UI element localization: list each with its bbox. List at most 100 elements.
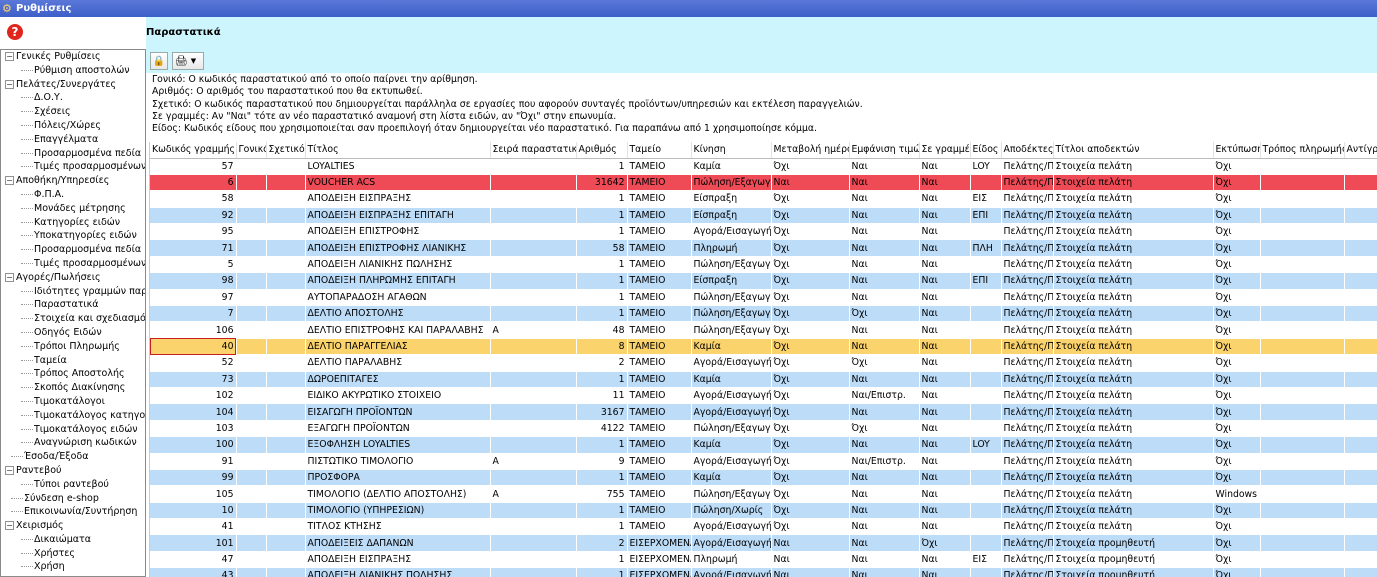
table-cell[interactable]: Είσπραξη <box>691 207 772 225</box>
collapse-icon[interactable]: − <box>5 272 14 282</box>
table-cell[interactable]: 101 <box>150 534 237 552</box>
table-cell[interactable]: Όχι <box>1213 207 1261 225</box>
column-header[interactable]: Μεταβολή ημέρας <box>771 142 850 159</box>
collapse-icon[interactable]: − <box>5 465 14 475</box>
table-cell[interactable]: Όχι <box>771 239 850 257</box>
tree-item[interactable]: Σχέσεις <box>1 105 145 119</box>
table-cell[interactable] <box>236 387 267 405</box>
table-cell[interactable]: Ναι <box>919 272 971 290</box>
tree-item[interactable]: Τιμές προσαρμοσμένων πεδίων <box>1 160 145 174</box>
table-cell[interactable]: 95 <box>150 223 237 241</box>
table-cell[interactable] <box>266 551 306 569</box>
table-cell[interactable] <box>266 469 306 487</box>
tree-item[interactable]: − Αποθήκη/Υπηρεσίες <box>1 174 145 188</box>
table-cell[interactable]: Πελάτης/Προμηθευτής <box>1001 338 1054 356</box>
table-cell[interactable]: Ναι <box>849 551 920 569</box>
table-cell[interactable]: ΤΑΜΕΙΟ <box>627 453 692 470</box>
table-cell[interactable]: VOUCHER ACS <box>305 174 491 192</box>
table-cell[interactable]: Ναι <box>919 502 971 520</box>
table-cell[interactable]: Ναι <box>919 420 971 438</box>
table-cell[interactable]: Α <box>490 485 577 503</box>
tree-item[interactable]: Φ.Π.Α. <box>1 188 145 202</box>
table-cell[interactable]: ΤΑΜΕΙΟ <box>627 436 692 454</box>
column-header[interactable]: Ταμείο <box>627 142 692 159</box>
table-cell[interactable]: Πώληση/Εξαγωγή με χρέωση <box>691 420 772 438</box>
table-row[interactable]: 52 ΔΕΛΤΙΟ ΠΑΡΑΛΑΒΗΣ 2 ΤΑΜΕΙΟ Αγορά/Εισαγωγή … <box>150 354 1377 372</box>
table-cell[interactable]: Πελάτης/Προμηθευτής <box>1001 174 1054 192</box>
table-cell[interactable] <box>1260 305 1345 323</box>
table-cell[interactable] <box>236 174 267 192</box>
tree-item[interactable]: Προσαρμοσμένα πεδία <box>1 147 145 161</box>
print-button[interactable]: 🖨 ▼ <box>172 52 204 70</box>
table-cell[interactable] <box>236 190 267 208</box>
table-cell[interactable] <box>266 239 306 257</box>
table-cell[interactable]: Ναι <box>919 305 971 323</box>
table-cell[interactable]: Ναι <box>919 256 971 274</box>
table-cell[interactable]: Στοιχεία πελάτη <box>1053 371 1214 388</box>
table-cell[interactable] <box>490 551 577 569</box>
table-cell[interactable]: Όχι <box>1213 354 1261 372</box>
table-cell[interactable]: 104 <box>150 403 237 421</box>
table-cell[interactable] <box>266 256 306 274</box>
table-cell[interactable]: 91 <box>150 453 237 470</box>
table-cell[interactable]: Ναι <box>919 174 971 192</box>
table-cell[interactable]: ΔΕΛΤΙΟ ΑΠΟΣΤΟΛΗΣ <box>305 305 491 323</box>
table-cell[interactable]: Ναι <box>849 174 920 192</box>
table-cell[interactable]: ΠΡΟΣΦΟΡΑ <box>305 469 491 487</box>
table-cell[interactable] <box>236 485 267 503</box>
table-row[interactable]: 40 ΔΕΛΤΙΟ ΠΑΡΑΓΓΕΛΙΑΣ 8 ΤΑΜΕΙΟ Καμία Όχι Ναι Να… <box>150 338 1377 356</box>
table-cell[interactable]: Πώληση/Εξαγωγή με χρέωση <box>691 174 772 192</box>
table-row[interactable]: 91 ΠΙΣΤΩΤΙΚΟ ΤΙΜΟΛΟΓΙΟ Α 9 ΤΑΜΕΙΟ Αγορά/Εισαγ… <box>150 453 1377 470</box>
table-cell[interactable]: Πώληση/Χωρίς <box>691 502 772 520</box>
table-cell[interactable] <box>490 174 577 192</box>
table-cell[interactable]: ΤΑΜΕΙΟ <box>627 502 692 520</box>
table-cell[interactable]: Πελάτης/Προμηθευτής <box>1001 453 1054 470</box>
table-cell[interactable]: Όχι <box>771 387 850 405</box>
table-cell[interactable] <box>490 469 577 487</box>
table-cell[interactable]: Όχι <box>771 420 850 438</box>
table-cell[interactable]: Όχι <box>771 371 850 388</box>
table-cell[interactable]: 1 <box>1344 485 1377 503</box>
table-cell[interactable]: 1 <box>576 158 628 175</box>
table-cell[interactable]: Αγορά/Εισαγωγή με χρέωση <box>691 223 772 241</box>
table-cell[interactable] <box>490 502 577 520</box>
table-row[interactable]: 102 ΕΙΔΙΚΟ ΑΚΥΡΩΤΙΚΟ ΣΤΟΙΧΕΙΟ 11 ΤΑΜΕΙΟ Αγορ… <box>150 387 1377 405</box>
table-cell[interactable] <box>266 207 306 225</box>
column-header[interactable]: Σχετικό <box>266 142 306 159</box>
table-cell[interactable]: Ναι <box>919 403 971 421</box>
table-cell[interactable]: 1 <box>576 502 628 520</box>
table-cell[interactable]: Ναι <box>919 371 971 388</box>
table-cell[interactable]: Πελάτης/Προμηθευτής <box>1001 371 1054 388</box>
table-cell[interactable]: Στοιχεία πελάτη <box>1053 453 1214 470</box>
settings-tree[interactable]: − Γενικές Ρυθμίσεις Ρύθμιση αποστολών − Πελά… <box>0 49 146 577</box>
table-cell[interactable]: Ναι <box>849 436 920 454</box>
documents-grid[interactable]: Κωδικός γραμμής Γονικό Σχετικό Τίτλος Σειρά … <box>149 142 1377 577</box>
table-cell[interactable]: 1 <box>576 272 628 290</box>
table-cell[interactable]: 41 <box>150 518 237 536</box>
table-cell[interactable] <box>266 223 306 241</box>
table-cell[interactable]: Πληρωμή <box>691 551 772 569</box>
tree-item[interactable]: Τύποι ραντεβού <box>1 478 145 492</box>
tree-item[interactable]: Σύνδεση e-shop <box>1 492 145 506</box>
table-cell[interactable]: Όχι <box>771 338 850 356</box>
table-cell[interactable]: Όχι <box>771 223 850 241</box>
table-row[interactable]: 71 ΑΠΟΔΕΙΞΗ ΕΠΙΣΤΡΟΦΗΣ ΛΙΑΝΙΚΗΣ 58 ΤΑΜΕΙΟ Πλ… <box>150 239 1377 257</box>
lock-button[interactable]: 🔒 <box>150 52 168 70</box>
column-header[interactable]: Αντίγραφα <box>1344 142 1377 159</box>
column-header[interactable]: Κίνηση <box>691 142 772 159</box>
table-cell[interactable]: Στοιχεία πελάτη <box>1053 420 1214 438</box>
table-cell[interactable]: Καμία <box>691 158 772 175</box>
table-cell[interactable]: Όχι <box>771 518 850 536</box>
table-cell[interactable]: Ναι <box>849 338 920 356</box>
table-cell[interactable]: 100 <box>150 436 237 454</box>
table-cell[interactable]: Ναι <box>849 223 920 241</box>
table-cell[interactable]: ΕΙΣΑΓΩΓΗ ΠΡΟΪΟΝΤΩΝ <box>305 403 491 421</box>
table-cell[interactable] <box>970 223 1002 241</box>
table-cell[interactable]: 1 <box>576 469 628 487</box>
table-cell[interactable]: Στοιχεία πελάτη <box>1053 174 1214 192</box>
table-row[interactable]: 106 ΔΕΛΤΙΟ ΕΠΙΣΤΡΟΦΗΣ ΚΑΙ ΠΑΡΑΛΑΒΗΣ Α 48 ΤΑΜ… <box>150 321 1377 339</box>
table-row[interactable]: 105 ΤΙΜΟΛΟΓΙΟ (ΔΕΛΤΙΟ ΑΠΟΣΤΟΛΗΣ) Α 755 ΤΑΜΕΙ… <box>150 485 1377 503</box>
table-cell[interactable]: ΔΕΛΤΙΟ ΠΑΡΑΛΑΒΗΣ <box>305 354 491 372</box>
table-cell[interactable]: Ναι <box>919 436 971 454</box>
table-row[interactable]: 43 ΑΠΟΔΕΙΞΗ ΛΙΑΝΙΚΗΣ ΠΩΛΗΣΗΣ 1 ΕΙΣΕΡΧΟΜΕΝΑ Α… <box>150 567 1377 577</box>
